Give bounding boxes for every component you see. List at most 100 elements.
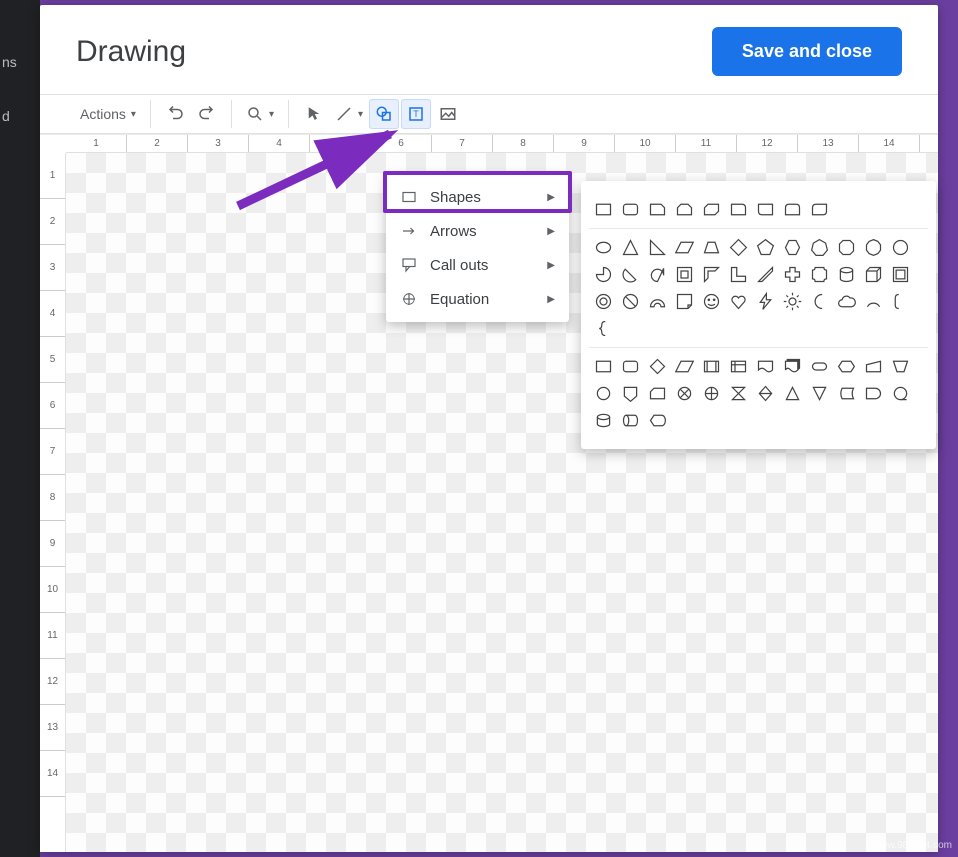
shape-parallelogram[interactable] <box>672 235 697 260</box>
shape-round-diag[interactable] <box>807 197 832 222</box>
shape-heart[interactable] <box>726 289 751 314</box>
shape-diamond[interactable] <box>726 235 751 260</box>
shape-teardrop[interactable] <box>645 262 670 287</box>
select-tool-button[interactable] <box>299 99 329 129</box>
flowchart-internal-storage[interactable] <box>726 354 751 379</box>
shape-arc[interactable] <box>861 289 886 314</box>
ruler-tick: 13 <box>798 135 859 152</box>
arrow-icon <box>400 222 418 240</box>
shape-pentagon[interactable] <box>753 235 778 260</box>
flowchart-card[interactable] <box>645 381 670 406</box>
shape-cross[interactable] <box>780 262 805 287</box>
shape-donut[interactable] <box>591 289 616 314</box>
shape-can[interactable] <box>834 262 859 287</box>
shape-dodecagon[interactable] <box>888 235 913 260</box>
dialog-header: Drawing Save and close <box>40 5 938 94</box>
shape-trapezoid[interactable] <box>699 235 724 260</box>
shape-decagon[interactable] <box>861 235 886 260</box>
flowchart-offpage[interactable] <box>618 381 643 406</box>
shape-right-triangle[interactable] <box>645 235 670 260</box>
menu-item-callouts[interactable]: Call outs ▶ <box>386 248 569 282</box>
shape-oval[interactable] <box>591 235 616 260</box>
menu-item-equation[interactable]: Equation ▶ <box>386 282 569 316</box>
flowchart-sort[interactable] <box>753 381 778 406</box>
shape-plaque[interactable] <box>807 262 832 287</box>
flowchart-magnetic-disk[interactable] <box>591 408 616 433</box>
flowchart-manual-input[interactable] <box>861 354 886 379</box>
ruler-tick: 1 <box>66 135 127 152</box>
flowchart-data[interactable] <box>672 354 697 379</box>
shape-diagonal-stripe[interactable] <box>753 262 778 287</box>
shape-rounded-rect[interactable] <box>618 197 643 222</box>
shape-snip-diag[interactable] <box>699 197 724 222</box>
shape-tool-button[interactable] <box>369 99 399 129</box>
flowchart-summing[interactable] <box>672 381 697 406</box>
flowchart-stored-data[interactable] <box>834 381 859 406</box>
flowchart-direct-access[interactable] <box>618 408 643 433</box>
shape-block-arc[interactable] <box>645 289 670 314</box>
shape-triangle[interactable] <box>618 235 643 260</box>
shape-sun[interactable] <box>780 289 805 314</box>
shape-no-symbol[interactable] <box>618 289 643 314</box>
shape-smiley[interactable] <box>699 289 724 314</box>
ruler-tick: 11 <box>40 613 65 659</box>
image-tool-button[interactable] <box>433 99 463 129</box>
shape-frame[interactable] <box>672 262 697 287</box>
flowchart-seq-storage[interactable] <box>888 381 913 406</box>
watermark: www.989214.com <box>873 840 952 851</box>
shape-moon[interactable] <box>807 289 832 314</box>
divider <box>288 100 289 128</box>
shape-bevel[interactable] <box>888 262 913 287</box>
ruler-tick: 5 <box>310 135 371 152</box>
shape-snip-corner[interactable] <box>645 197 670 222</box>
flowchart-decision[interactable] <box>645 354 670 379</box>
flowchart-terminator[interactable] <box>807 354 832 379</box>
flowchart-delay[interactable] <box>861 381 886 406</box>
shape-cube[interactable] <box>861 262 886 287</box>
flowchart-connector[interactable] <box>591 381 616 406</box>
shape-chord[interactable] <box>618 262 643 287</box>
shape-round-corner[interactable] <box>753 197 778 222</box>
shape-hexagon[interactable] <box>780 235 805 260</box>
shape-lightning[interactable] <box>753 289 778 314</box>
shape-brace[interactable] <box>591 316 616 341</box>
shape-snip-round[interactable] <box>726 197 751 222</box>
flowchart-manual-op[interactable] <box>888 354 913 379</box>
actions-menu-button[interactable]: Actions▾ <box>76 99 140 129</box>
flowchart-alt-process[interactable] <box>618 354 643 379</box>
shape-folded-corner[interactable] <box>672 289 697 314</box>
shape-cloud[interactable] <box>834 289 859 314</box>
flowchart-preparation[interactable] <box>834 354 859 379</box>
ruler-tick: 8 <box>40 475 65 521</box>
menu-item-arrows[interactable]: Arrows ▶ <box>386 214 569 248</box>
menu-item-shapes[interactable]: Shapes ▶ <box>386 180 569 214</box>
flowchart-merge[interactable] <box>807 381 832 406</box>
save-and-close-button[interactable]: Save and close <box>712 27 902 76</box>
shape-octagon[interactable] <box>834 235 859 260</box>
flowchart-multidoc[interactable] <box>780 354 805 379</box>
flowchart-extract[interactable] <box>780 381 805 406</box>
flowchart-document[interactable] <box>753 354 778 379</box>
line-tool-button[interactable]: ▾ <box>331 99 367 129</box>
flowchart-display[interactable] <box>645 408 670 433</box>
flowchart-collate[interactable] <box>726 381 751 406</box>
flowchart-or[interactable] <box>699 381 724 406</box>
ruler-tick: 10 <box>40 567 65 613</box>
shape-pie[interactable] <box>591 262 616 287</box>
shape-section-geometry <box>589 229 928 348</box>
shape-half-frame[interactable] <box>699 262 724 287</box>
ruler-tick: 13 <box>40 705 65 751</box>
shape-bracket[interactable] <box>888 289 913 314</box>
vertical-ruler: 1 2 3 4 5 6 7 8 9 10 11 12 13 14 <box>40 153 66 852</box>
zoom-button[interactable]: ▾ <box>242 99 278 129</box>
undo-button[interactable] <box>161 99 191 129</box>
redo-button[interactable] <box>191 99 221 129</box>
flowchart-process[interactable] <box>591 354 616 379</box>
flowchart-predefined[interactable] <box>699 354 724 379</box>
shape-rectangle[interactable] <box>591 197 616 222</box>
shape-heptagon[interactable] <box>807 235 832 260</box>
shape-l-shape[interactable] <box>726 262 751 287</box>
textbox-tool-button[interactable]: T <box>401 99 431 129</box>
shape-round-two[interactable] <box>780 197 805 222</box>
shape-snip-two[interactable] <box>672 197 697 222</box>
